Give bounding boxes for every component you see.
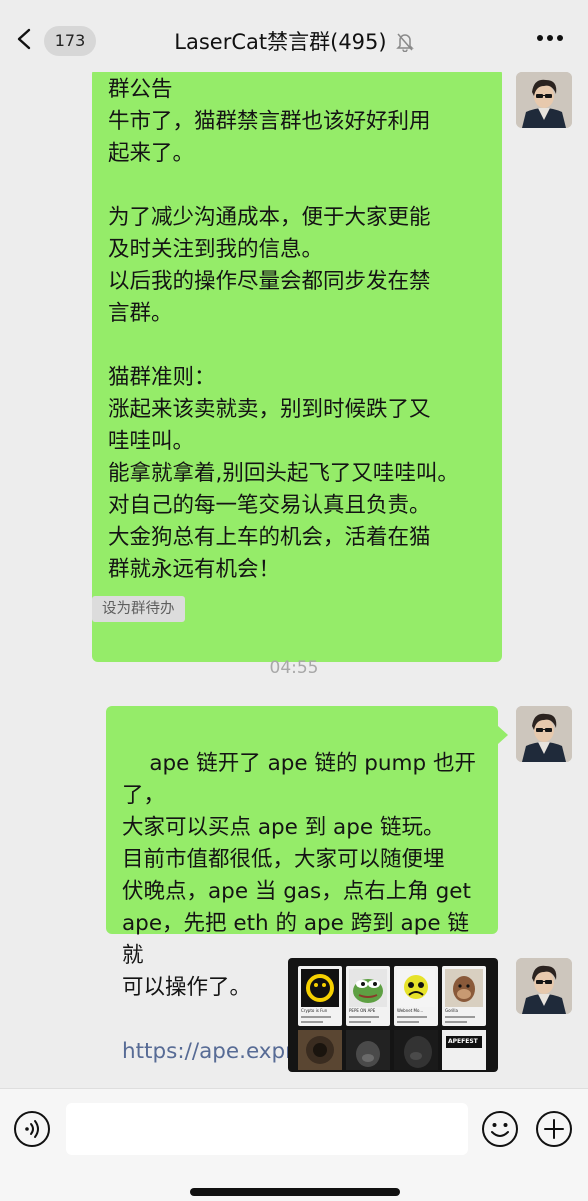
- card-meta-line: [445, 1021, 467, 1023]
- mute-bell-icon: [395, 33, 414, 52]
- smiley-art-icon: [301, 969, 339, 1007]
- pepe-art-icon: [349, 969, 387, 1007]
- card-meta-line: [445, 1016, 475, 1018]
- chat-messages[interactable]: 群公告 牛市了，猫群禁言群也该好好利用 起来了。 为了减少沟通成本，便于大家更能…: [0, 72, 588, 1088]
- voice-icon[interactable]: [12, 1109, 52, 1149]
- card-meta-line: [301, 1021, 323, 1023]
- gorilla-photo-icon: [394, 1030, 438, 1070]
- shared-image-message[interactable]: Crypto is Fun PEPE ON APE Webnet Mo... G…: [288, 958, 498, 1072]
- nft-tile: [298, 1030, 342, 1070]
- avatar-portrait-icon: [516, 958, 572, 1014]
- nft-card: Gorilla: [442, 966, 486, 1026]
- card-meta-line: [349, 1021, 371, 1023]
- chat-title-wrap: LaserCat禁言群(495): [0, 26, 588, 58]
- home-indicator[interactable]: [190, 1188, 400, 1196]
- nft-card: Webnet Mo...: [394, 966, 438, 1026]
- emoji-icon[interactable]: [480, 1109, 520, 1149]
- apefest-art-icon: [442, 1030, 486, 1070]
- nft-card-name: Webnet Mo...: [397, 1008, 424, 1013]
- more-dots-icon[interactable]: [536, 34, 564, 42]
- nft-card: Crypto is Fun: [298, 966, 342, 1026]
- nft-tile: [346, 1030, 390, 1070]
- card-meta-line: [397, 1016, 427, 1018]
- apefest-tile: APEFEST: [442, 1030, 486, 1070]
- card-meta-line: [301, 1016, 331, 1018]
- apefest-badge: APEFEST: [448, 1038, 478, 1045]
- input-bar: [0, 1088, 588, 1201]
- ape-art-icon: [445, 969, 483, 1007]
- gorilla-art-icon: [346, 1030, 390, 1070]
- nft-card: PEPE ON APE: [346, 966, 390, 1026]
- message-input[interactable]: [66, 1103, 468, 1155]
- yellow-ape-art-icon: [397, 969, 435, 1007]
- avatar-portrait-icon: [516, 706, 572, 762]
- announcement-bubble[interactable]: 群公告 牛市了，猫群禁言群也该好好利用 起来了。 为了减少沟通成本，便于大家更能…: [92, 72, 502, 662]
- plus-icon[interactable]: [534, 1109, 574, 1149]
- chat-title[interactable]: LaserCat禁言群(495): [174, 30, 386, 54]
- set-group-todo-tag[interactable]: 设为群待办: [92, 596, 185, 622]
- avatar[interactable]: [516, 706, 572, 762]
- card-meta-line: [349, 1016, 379, 1018]
- chat-header: 173 LaserCat禁言群(495): [0, 0, 588, 72]
- nft-card-name: Crypto is Fun: [301, 1008, 328, 1013]
- nft-tile: [394, 1030, 438, 1070]
- avatar-portrait-icon: [516, 72, 572, 128]
- nft-card-name: PEPE ON APE: [349, 1008, 376, 1013]
- message-bubble[interactable]: ape 链开了 ape 链的 pump 也开了， 大家可以买点 ape 到 ap…: [106, 706, 508, 1064]
- nft-card-name: Gorilla: [445, 1008, 458, 1013]
- message-timestamp: 04:55: [269, 658, 319, 678]
- card-meta-line: [397, 1021, 419, 1023]
- avatar[interactable]: [516, 72, 572, 128]
- avatar[interactable]: [516, 958, 572, 1014]
- vortex-art-icon: [298, 1030, 342, 1070]
